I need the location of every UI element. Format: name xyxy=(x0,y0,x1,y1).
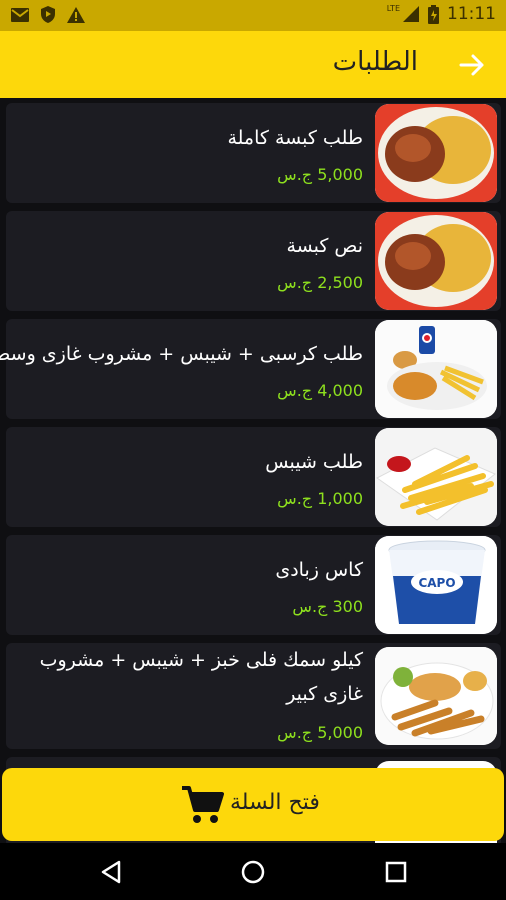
list-item[interactable]: طلب شيبس 1,000 ج.س xyxy=(6,427,501,527)
crispy-meal-image xyxy=(375,320,497,418)
arrow-icon[interactable] xyxy=(458,51,486,79)
app-bar: الطلبات xyxy=(0,31,506,98)
item-price: 300 ج.س xyxy=(292,597,363,616)
item-name: كيلو سمك فلى خبز + شيبس + مشروب غازى كبي… xyxy=(39,649,363,705)
cart-icon xyxy=(182,786,224,823)
yogurt-cup-image: CAPO xyxy=(375,536,497,634)
item-name: طلب شيبس xyxy=(265,451,363,473)
list-item[interactable]: CAPO كاس زبادى 300 ج.س xyxy=(6,535,501,635)
back-triangle-icon[interactable] xyxy=(98,859,124,885)
item-price: 2,500 ج.س xyxy=(277,273,363,292)
list-item[interactable]: نص كبسة 2,500 ج.س xyxy=(6,211,501,311)
item-name: طلب كبسة كاملة xyxy=(227,127,363,149)
recents-square-icon[interactable] xyxy=(383,859,409,885)
signal-icon xyxy=(403,6,419,22)
item-price: 5,000 ج.س xyxy=(277,723,363,742)
warning-icon xyxy=(67,6,85,23)
open-cart-label: فتح السلة xyxy=(230,790,320,815)
fries-image xyxy=(375,428,497,526)
item-price: 1,000 ج.س xyxy=(277,489,363,508)
gmail-icon xyxy=(11,7,29,22)
list-item[interactable]: طلب كبسة كاملة 5,000 ج.س xyxy=(6,103,501,203)
system-nav-bar xyxy=(0,843,506,900)
home-circle-icon[interactable] xyxy=(240,859,266,885)
item-name: طلب كرسبى + شيبس + مشروب غازى وسط xyxy=(0,343,363,365)
list-item[interactable]: طلب كرسبى + شيبس + مشروب غازى وسط 4,000 … xyxy=(0,319,501,419)
network-type-label: LTE xyxy=(386,4,400,13)
item-price: 4,000 ج.س xyxy=(277,381,363,400)
yogurt-brand-text: CAPO xyxy=(418,576,455,590)
orders-list[interactable]: طلب كبسة كاملة 5,000 ج.س نص كبسة 2,500 ج… xyxy=(0,98,506,843)
page-title: الطلبات xyxy=(332,47,418,77)
kabsa-plate-image xyxy=(375,212,497,310)
clock: 11:11 xyxy=(447,4,496,24)
battery-icon xyxy=(428,4,439,24)
status-bar: LTE 11:11 xyxy=(0,0,506,31)
open-cart-button[interactable]: فتح السلة xyxy=(2,768,504,841)
item-price: 5,000 ج.س xyxy=(277,165,363,184)
list-item[interactable]: كيلو سمك فلى خبز + شيبس + مشروب غازى كبي… xyxy=(6,643,501,749)
item-name: نص كبسة xyxy=(286,235,363,257)
shield-icon xyxy=(41,6,55,23)
kabsa-plate-image xyxy=(375,104,497,202)
item-name: كاس زبادى xyxy=(275,559,363,581)
fish-platter-image xyxy=(375,647,497,745)
